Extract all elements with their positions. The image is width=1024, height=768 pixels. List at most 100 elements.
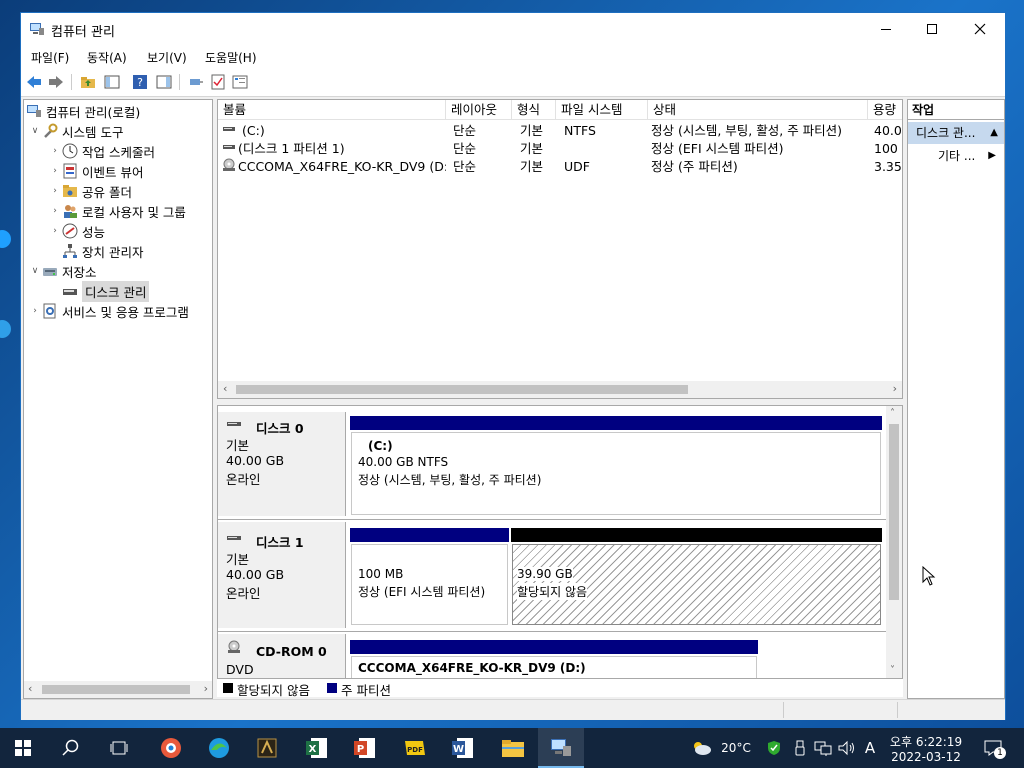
scrollbar-thumb[interactable] [236,385,688,394]
column-header-capacity[interactable]: 용량 [868,100,902,120]
chevron-right-icon[interactable]: › [48,206,62,216]
usb-icon[interactable] [790,728,810,768]
file-explorer-icon[interactable] [490,728,536,768]
app-icon[interactable] [244,728,290,768]
forward-arrow-icon[interactable] [47,73,65,91]
table-row[interactable]: (디스크 1 파티션 1) 단순 기본 정상 (EFI 시스템 파티션) 100… [218,140,902,159]
scroll-up-icon[interactable]: ˄ [890,408,895,419]
actions-disk-management[interactable]: 디스크 관... ▲ [908,122,1004,144]
scrollbar-thumb[interactable] [889,424,899,600]
temperature[interactable]: 20°C [716,728,756,768]
menu-help[interactable]: 도움말(H) [205,49,257,66]
column-header-layout[interactable]: 레이아웃 [446,100,512,120]
chevron-right-icon[interactable]: › [48,226,62,236]
scroll-right-icon[interactable]: › [893,382,897,395]
chevron-right-icon[interactable]: › [28,306,42,316]
clock-date: 2022-03-12 [891,749,961,764]
tree-label: 로컬 사용자 및 그룹 [82,204,186,220]
edge-icon[interactable] [196,728,242,768]
show-hide-tree-icon[interactable] [103,73,121,91]
maximize-button[interactable] [909,13,955,45]
disk-vertical-scrollbar[interactable]: ˄ ˅ [886,406,902,678]
tree-item-event-viewer[interactable]: › 이벤트 뷰어 [48,161,143,181]
column-header-status[interactable]: 상태 [648,100,868,120]
tree-item-root[interactable]: 컴퓨터 관리(로컬) [26,101,140,121]
chevron-right-icon[interactable]: › [48,146,62,156]
actions-more[interactable]: 기타 ... ▶ [908,146,1004,166]
chevron-right-icon[interactable]: › [48,166,62,176]
ime-indicator[interactable]: A [860,728,880,768]
chevron-down-icon[interactable]: ∨ [28,126,42,136]
clock[interactable]: 오후 6:22:19 2022-03-12 [884,728,968,768]
desktop-icon-fragment[interactable] [0,318,20,340]
tree-item-task-scheduler[interactable]: › 작업 스케줄러 [48,141,155,161]
chevron-right-icon[interactable]: › [48,186,62,196]
tree-item-system-tools[interactable]: ∨ 시스템 도구 [28,121,123,141]
tree-item-disk-management[interactable]: 디스크 관리 [62,280,150,302]
tree-item-storage[interactable]: ∨ 저장소 [28,261,97,281]
action-pane-icon[interactable] [155,73,173,91]
scroll-down-icon[interactable]: ˅ [890,665,895,676]
table-row[interactable]: CCCOMA_X64FRE_KO-KR_DV9 (D:) 단순 기본 UDF 정… [218,158,902,177]
disk-0-info[interactable]: 디스크 0 기본 40.00 GB 온라인 [218,412,346,516]
notification-icon[interactable]: 1 [978,728,1008,768]
start-icon[interactable] [0,728,46,768]
app-icon[interactable] [148,728,194,768]
computer-management-icon[interactable] [538,728,584,768]
cdrom-0-info[interactable]: CD-ROM 0 DVD [218,634,346,678]
scrollbar-thumb[interactable] [42,685,190,694]
properties-icon[interactable] [231,73,249,91]
column-header-volume[interactable]: 볼륨 [218,100,446,120]
chevron-down-icon[interactable]: ∨ [28,266,42,276]
network-icon[interactable] [812,728,834,768]
collapse-up-icon[interactable]: ▲ [990,122,998,144]
menu-view[interactable]: 보기(V) [147,49,187,66]
column-header-type[interactable]: 형식 [512,100,556,120]
partition-cdrom[interactable]: CCCOMA_X64FRE_KO-KR_DV9 (D:) [350,640,758,678]
menu-file[interactable]: 파일(F) [31,49,69,66]
scroll-left-icon[interactable]: ‹ [28,682,32,695]
search-icon[interactable] [48,728,94,768]
disk-1-info[interactable]: 디스크 1 기본 40.00 GB 온라인 [218,522,346,628]
tree-horizontal-scrollbar[interactable]: ‹ › [24,681,212,698]
disk-type: 기본 [226,438,250,453]
close-button[interactable] [957,13,1003,45]
tree-item-device-manager[interactable]: 장치 관리자 [62,241,143,261]
drive-icon [222,140,238,159]
partition-status: 정상 (EFI 시스템 파티션) [358,585,486,599]
desktop-icon-fragment[interactable] [0,228,20,250]
partition-size: 39.90 GB [517,567,573,581]
weather-icon[interactable] [690,728,712,768]
tree-item-shared-folders[interactable]: › 공유 폴더 [48,181,132,201]
checklist-icon[interactable] [209,73,227,91]
back-arrow-icon[interactable] [25,73,43,91]
partition-c[interactable]: (C:) 40.00 GB NTFS 정상 (시스템, 부팅, 활성, 주 파티… [350,416,882,516]
scroll-left-icon[interactable]: ‹ [223,382,227,395]
action-label: 디스크 관... [916,126,976,140]
connect-icon[interactable] [187,73,205,91]
partition-size: 100 MB [358,567,404,581]
partition-unallocated[interactable]: 39.90 GB 할당되지 않음 [511,528,882,626]
partition-efi[interactable]: 100 MB 정상 (EFI 시스템 파티션) [350,528,509,626]
volume-icon[interactable] [836,728,858,768]
word-icon[interactable]: W [440,728,486,768]
cd-drive-icon [222,158,238,177]
security-shield-icon[interactable] [764,728,784,768]
pdf-icon[interactable]: PDF [392,728,438,768]
tree-item-services[interactable]: › 서비스 및 응용 프로그램 [28,301,189,321]
excel-icon[interactable]: X [294,728,340,768]
partition-body: 100 MB 정상 (EFI 시스템 파티션) [351,544,508,625]
tree-item-performance[interactable]: › 성능 [48,221,105,241]
task-view-icon[interactable] [96,728,142,768]
minimize-button[interactable] [863,13,909,45]
help-icon[interactable]: ? [131,73,149,91]
volume-horizontal-scrollbar[interactable]: ‹ › [218,381,902,398]
tree-item-local-users[interactable]: › 로컬 사용자 및 그룹 [48,201,186,221]
powerpoint-icon[interactable]: P [342,728,388,768]
menu-action[interactable]: 동작(A) [87,49,127,66]
table-row[interactable]: (C:) 단순 기본 NTFS 정상 (시스템, 부팅, 활성, 주 파티션) … [218,122,902,140]
scroll-right-icon[interactable]: › [204,682,208,695]
title-bar[interactable]: 컴퓨터 관리 [21,13,1005,45]
up-folder-icon[interactable] [79,73,97,91]
column-header-filesystem[interactable]: 파일 시스템 [556,100,648,120]
